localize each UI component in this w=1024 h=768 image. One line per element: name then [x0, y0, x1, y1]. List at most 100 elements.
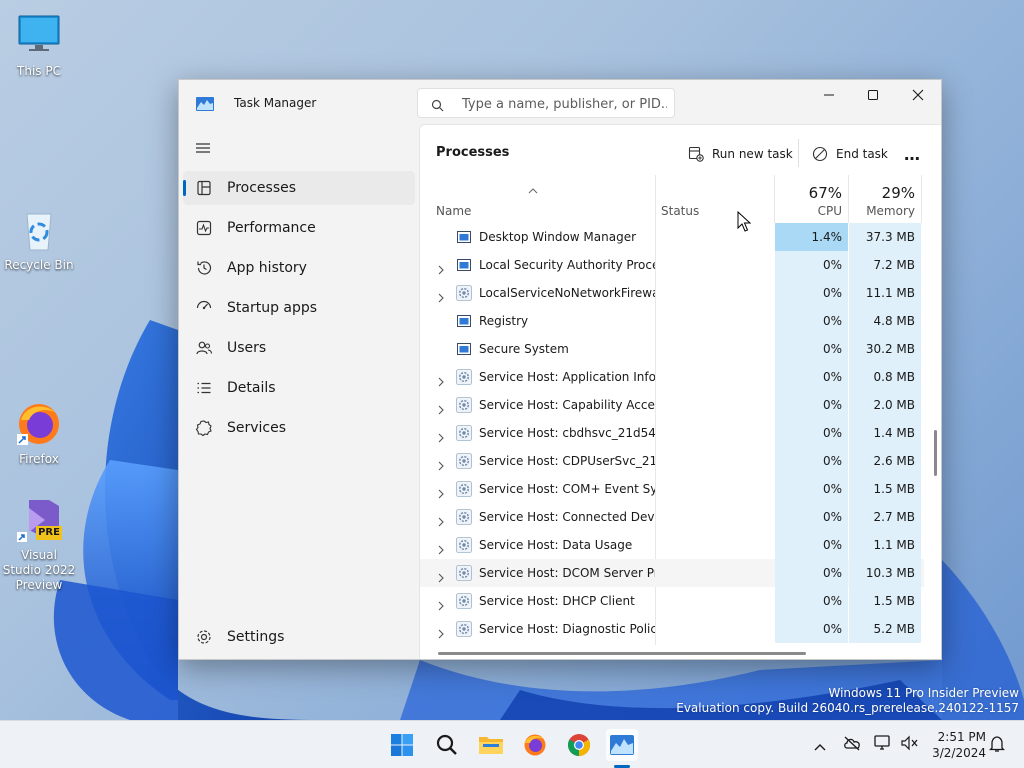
search-input[interactable] [462, 94, 667, 114]
show-hidden-icons-button[interactable] [813, 737, 827, 756]
network-tray-button[interactable] [874, 735, 892, 755]
users-icon [195, 339, 213, 357]
title-bar[interactable]: Task Manager [179, 80, 941, 124]
minimize-button[interactable] [806, 80, 852, 110]
gear-service-icon [456, 453, 472, 469]
nav-item-processes[interactable]: Processes [183, 171, 415, 205]
memory-cell: 5.2 MB [849, 615, 921, 643]
search-box[interactable] [417, 88, 675, 118]
expand-chevron-icon[interactable] [437, 484, 445, 503]
hamburger-icon [196, 143, 210, 153]
gear-icon [195, 628, 213, 646]
expand-chevron-icon[interactable] [437, 372, 445, 391]
desktop-icon-this-pc[interactable]: This PC [1, 12, 77, 79]
expand-chevron-icon[interactable] [437, 540, 445, 559]
process-row[interactable]: Service Host: DHCP Client 0% 1.5 MB [420, 587, 924, 615]
process-row[interactable]: Secure System 0% 30.2 MB [420, 335, 924, 363]
nav-item-app-history[interactable]: App history [183, 251, 415, 285]
taskbar-search-button[interactable] [431, 729, 463, 761]
process-row[interactable]: Local Security Authority Proce... 0% 7.2 M… [420, 251, 924, 279]
start-button[interactable] [386, 729, 418, 761]
cpu-value: 0% [822, 314, 842, 328]
desktop-icon-recycle-bin[interactable]: Recycle Bin [1, 206, 77, 273]
nav-item-startup-apps[interactable]: Startup apps [183, 291, 415, 325]
expand-chevron-icon[interactable] [437, 624, 445, 643]
notifications-button[interactable] [988, 735, 1006, 757]
expand-chevron-icon[interactable] [437, 568, 445, 587]
desktop-icon-firefox[interactable]: Firefox [1, 400, 77, 467]
process-row[interactable]: Service Host: cbdhsvc_21d54 0% 1.4 MB [420, 419, 924, 447]
bell-icon [988, 736, 1006, 752]
taskbar-firefox[interactable] [519, 729, 551, 761]
maximize-icon [868, 90, 878, 100]
memory-cell: 1.5 MB [849, 475, 921, 503]
watermark-line: Windows 11 Pro Insider Preview [828, 686, 1019, 700]
nav-item-services[interactable]: Services [183, 411, 415, 445]
onedrive-tray-button[interactable] [843, 735, 861, 755]
column-header-status[interactable]: Status [655, 175, 775, 223]
column-header-memory[interactable]: 29% Memory [848, 175, 921, 223]
taskbar-file-explorer[interactable] [475, 729, 507, 761]
desktop-icon-label: Recycle Bin [4, 258, 74, 272]
process-row[interactable]: Service Host: CDPUserSvc_21d... 0% 2.6 MB [420, 447, 924, 475]
recycle-bin-icon [15, 206, 63, 254]
taskbar-task-manager[interactable] [606, 729, 638, 761]
cpu-cell: 0% [775, 419, 848, 447]
column-header-cpu[interactable]: 67% CPU [775, 175, 848, 223]
process-name: Service Host: DHCP Client [479, 594, 635, 608]
expand-chevron-icon[interactable] [437, 456, 445, 475]
volume-muted-icon [901, 735, 918, 751]
more-options-button[interactable]: … [904, 139, 920, 169]
run-new-task-button[interactable]: Run new task [688, 139, 793, 169]
process-row[interactable]: Service Host: Capability Acces... 0% 2.0 M… [420, 391, 924, 419]
process-row[interactable]: Service Host: Diagnostic Polic... 0% 5.2 M… [420, 615, 924, 643]
taskbar-chrome[interactable] [563, 729, 595, 761]
process-row[interactable]: Service Host: Data Usage 0% 1.1 MB [420, 531, 924, 559]
process-row[interactable]: Service Host: DCOM Server Pr... 0% 10.3 MB [420, 559, 924, 587]
firefox-icon [15, 400, 63, 448]
memory-value: 2.0 MB [873, 398, 915, 412]
expand-chevron-icon[interactable] [437, 512, 445, 531]
process-row[interactable]: Service Host: Application Infor... 0% 0.8 … [420, 363, 924, 391]
expand-chevron-icon[interactable] [437, 596, 445, 615]
memory-value: 1.1 MB [873, 538, 915, 552]
process-row[interactable]: Service Host: COM+ Event Sys... 0% 1.5 MB [420, 475, 924, 503]
volume-tray-button[interactable] [901, 735, 919, 755]
clock-time: 2:51 PM [937, 730, 986, 744]
process-row[interactable]: Service Host: Connected Devi... 0% 2.7 MB [420, 503, 924, 531]
desktop-icon-visual-studio[interactable]: PRE Visual Studio 2022 Preview [1, 496, 77, 593]
horizontal-scrollbar[interactable] [438, 652, 806, 655]
expand-chevron-icon[interactable] [437, 428, 445, 447]
hamburger-menu-button[interactable] [193, 140, 213, 156]
process-name: Service Host: Application Infor... [479, 370, 655, 384]
run-task-icon [688, 146, 704, 162]
memory-value: 7.2 MB [873, 258, 915, 272]
nav-item-performance[interactable]: Performance [183, 211, 415, 245]
nav-item-settings[interactable]: Settings [183, 620, 415, 654]
memory-value: 1.4 MB [873, 426, 915, 440]
clock-date: 3/2/2024 [932, 746, 986, 760]
nav-item-label: Performance [227, 220, 316, 236]
close-button[interactable] [895, 80, 941, 110]
nav-item-users[interactable]: Users [183, 331, 415, 365]
maximize-button[interactable] [850, 80, 896, 110]
cpu-cell: 0% [775, 615, 848, 643]
services-icon [195, 419, 213, 437]
vertical-scrollbar[interactable] [934, 430, 937, 476]
expand-chevron-icon[interactable] [437, 260, 445, 279]
memory-value: 1.5 MB [873, 482, 915, 496]
nav-item-details[interactable]: Details [183, 371, 415, 405]
expand-chevron-icon[interactable] [437, 400, 445, 419]
column-header-name[interactable]: Name [420, 175, 655, 223]
end-task-button[interactable]: End task [812, 139, 888, 169]
process-row[interactable]: Desktop Window Manager 1.4% 37.3 MB [420, 223, 924, 251]
task-manager-icon [196, 96, 214, 111]
desktop-icon-label: This PC [17, 64, 61, 78]
nav-item-label: Startup apps [227, 300, 318, 316]
expand-chevron-icon[interactable] [437, 288, 445, 307]
system-clock[interactable]: 2:51 PM 3/2/2024 [930, 729, 986, 761]
process-row[interactable]: Registry 0% 4.8 MB [420, 307, 924, 335]
cpu-cell: 0% [775, 335, 848, 363]
memory-cell: 2.0 MB [849, 391, 921, 419]
process-row[interactable]: LocalServiceNoNetworkFirewa... 0% 11.1 MB [420, 279, 924, 307]
